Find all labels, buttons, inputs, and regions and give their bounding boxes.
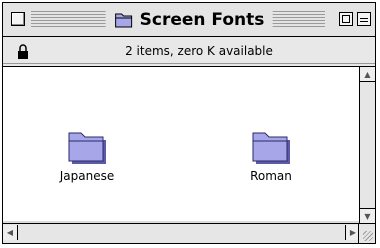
folder-icon (115, 13, 133, 28)
title-group: Screen Fonts (105, 9, 273, 31)
folder-icon (68, 132, 106, 164)
window-content: Japanese Roman (3, 67, 360, 221)
info-divider (3, 63, 375, 64)
collapse-box-icon[interactable] (357, 12, 371, 26)
folder-label: Roman (250, 169, 292, 183)
scroll-up-arrow-icon[interactable]: ▲ (360, 67, 375, 82)
scroll-left-arrow-icon[interactable]: ◀ (3, 225, 18, 240)
finder-window: Screen Fonts 2 items, zero K available J… (2, 2, 376, 244)
window-title: Screen Fonts (139, 10, 265, 30)
scroll-down-arrow-icon[interactable]: ▼ (360, 208, 375, 223)
info-bar: 2 items, zero K available (3, 37, 375, 67)
info-text: 2 items, zero K available (125, 44, 273, 58)
horizontal-scrollbar[interactable]: ◀ ▶ (3, 223, 360, 243)
folder-label: Japanese (59, 169, 115, 183)
zoom-box-icon[interactable] (339, 12, 353, 26)
vertical-scrollbar[interactable]: ▲ ▼ (359, 67, 375, 223)
title-bar[interactable]: Screen Fonts (3, 3, 375, 37)
folder-item-roman[interactable]: Roman (226, 125, 316, 183)
folder-item-japanese[interactable]: Japanese (42, 125, 132, 183)
folder-icon (252, 132, 290, 164)
resize-grip-icon[interactable] (358, 223, 375, 243)
close-box-icon[interactable] (11, 12, 25, 26)
